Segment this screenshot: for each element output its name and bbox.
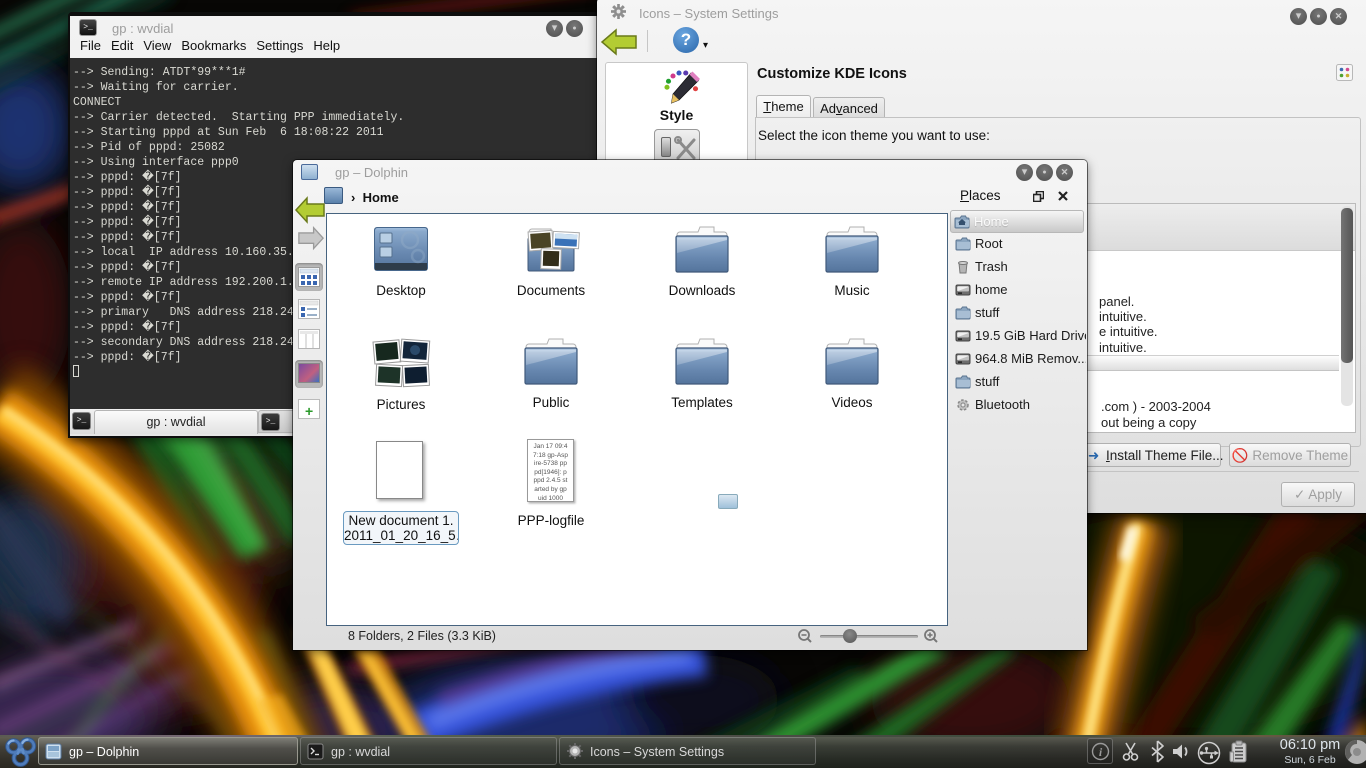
svg-text:i: i bbox=[1099, 745, 1103, 759]
